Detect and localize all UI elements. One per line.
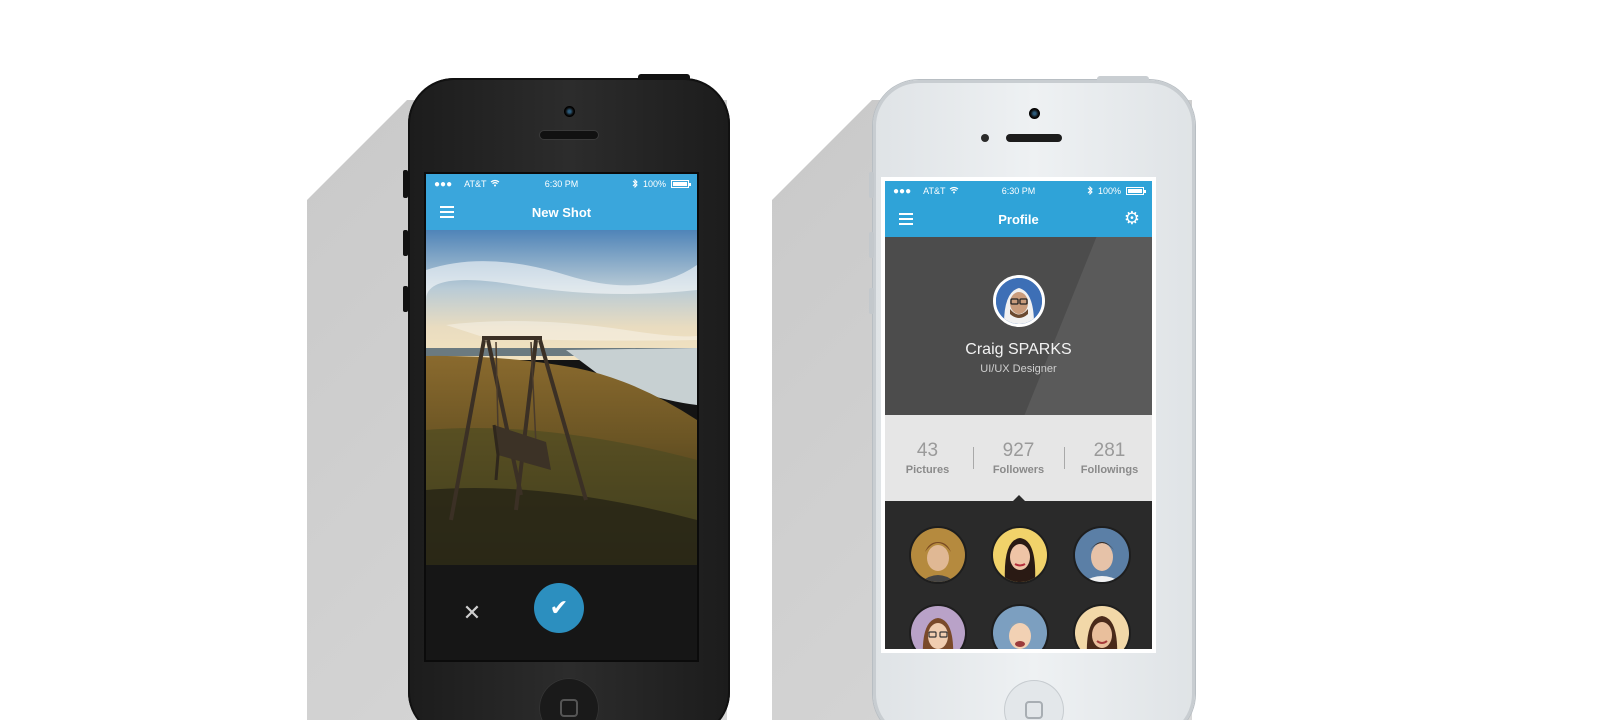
power-button <box>1097 76 1149 82</box>
follower-avatar[interactable] <box>1073 604 1131 649</box>
front-camera <box>564 106 575 117</box>
profile-stats: 43 Pictures 927 Followers 281 Followings <box>885 415 1152 501</box>
battery-percent: 100% <box>1097 186 1121 196</box>
home-button[interactable] <box>539 678 599 720</box>
user-role: UI/UX Designer <box>980 363 1057 375</box>
status-bar: ●●● AT&T 6:30 PM 100% <box>885 181 1152 201</box>
follower-avatar[interactable] <box>1073 526 1131 584</box>
nav-bar: New Shot <box>426 194 697 230</box>
signal-icon: ●●● <box>434 178 453 190</box>
power-button <box>638 74 690 80</box>
stat-label: Followings <box>1080 464 1139 476</box>
page-title: Profile <box>998 211 1039 227</box>
carrier-label: AT&T <box>464 179 487 189</box>
stat-divider <box>972 447 974 469</box>
battery-percent: 100% <box>642 179 666 189</box>
front-camera <box>1029 108 1040 119</box>
capture-actions-bar: ✕ ✔ <box>426 565 697 660</box>
dark-phone-mockup: ●●● AT&T 6:30 PM 100% New Shot ✕ ✔ <box>403 74 730 720</box>
bluetooth-icon <box>1087 185 1093 197</box>
new-shot-screen: ●●● AT&T 6:30 PM 100% New Shot ✕ ✔ <box>424 172 699 662</box>
follower-avatar[interactable] <box>909 526 967 584</box>
carrier-label: AT&T <box>923 186 946 196</box>
stat-pictures[interactable]: 43 Pictures <box>888 440 968 476</box>
home-button[interactable] <box>1004 680 1064 720</box>
confirm-button[interactable]: ✔ <box>534 583 584 633</box>
avatar[interactable] <box>992 275 1045 327</box>
stat-label: Followers <box>992 464 1045 476</box>
profile-header: Craig SPARKS UI/UX Designer <box>885 237 1152 415</box>
mute-switch <box>869 172 874 198</box>
captured-photo <box>426 230 697 565</box>
earpiece-speaker <box>539 130 599 140</box>
battery-icon <box>671 180 691 188</box>
mute-switch <box>403 170 408 198</box>
light-phone-mockup: ●●● AT&T 6:30 PM 100% Profile ⚙ Craig SP… <box>869 76 1195 720</box>
stat-followings[interactable]: 281 Followings <box>1070 440 1150 476</box>
volume-up-button <box>403 230 408 256</box>
status-bar: ●●● AT&T 6:30 PM 100% <box>426 174 697 194</box>
stat-value: 281 <box>1093 440 1126 461</box>
status-time: 6:30 PM <box>1001 186 1036 196</box>
volume-down-button <box>869 288 874 314</box>
followers-grid <box>885 501 1152 649</box>
wifi-icon <box>490 179 500 189</box>
user-name: Craig SPARKS <box>965 341 1072 358</box>
page-title: New Shot <box>531 204 592 220</box>
profile-screen: ●●● AT&T 6:30 PM 100% Profile ⚙ Craig SP… <box>881 177 1156 653</box>
stat-label: Pictures <box>905 464 950 476</box>
volume-down-button <box>403 286 408 312</box>
bluetooth-icon <box>632 178 638 190</box>
status-time: 6:30 PM <box>544 179 579 189</box>
signal-icon: ●●● <box>893 185 912 197</box>
menu-icon[interactable] <box>440 206 454 218</box>
volume-up-button <box>869 232 874 258</box>
close-icon[interactable]: ✕ <box>460 601 484 625</box>
menu-icon[interactable] <box>899 213 913 225</box>
gear-icon[interactable]: ⚙ <box>1124 209 1140 227</box>
follower-avatar[interactable] <box>909 604 967 649</box>
proximity-sensor <box>981 134 989 142</box>
stat-followers[interactable]: 927 Followers <box>979 440 1059 476</box>
stat-divider <box>1063 447 1065 469</box>
stat-value: 43 <box>916 440 939 461</box>
wifi-icon <box>949 186 959 196</box>
battery-icon <box>1126 187 1146 195</box>
stat-value: 927 <box>1002 440 1035 461</box>
earpiece-speaker <box>1006 134 1062 142</box>
nav-bar: Profile ⚙ <box>885 201 1152 237</box>
follower-avatar[interactable] <box>991 526 1049 584</box>
check-icon: ✔ <box>549 595 569 620</box>
follower-avatar[interactable] <box>991 604 1049 649</box>
